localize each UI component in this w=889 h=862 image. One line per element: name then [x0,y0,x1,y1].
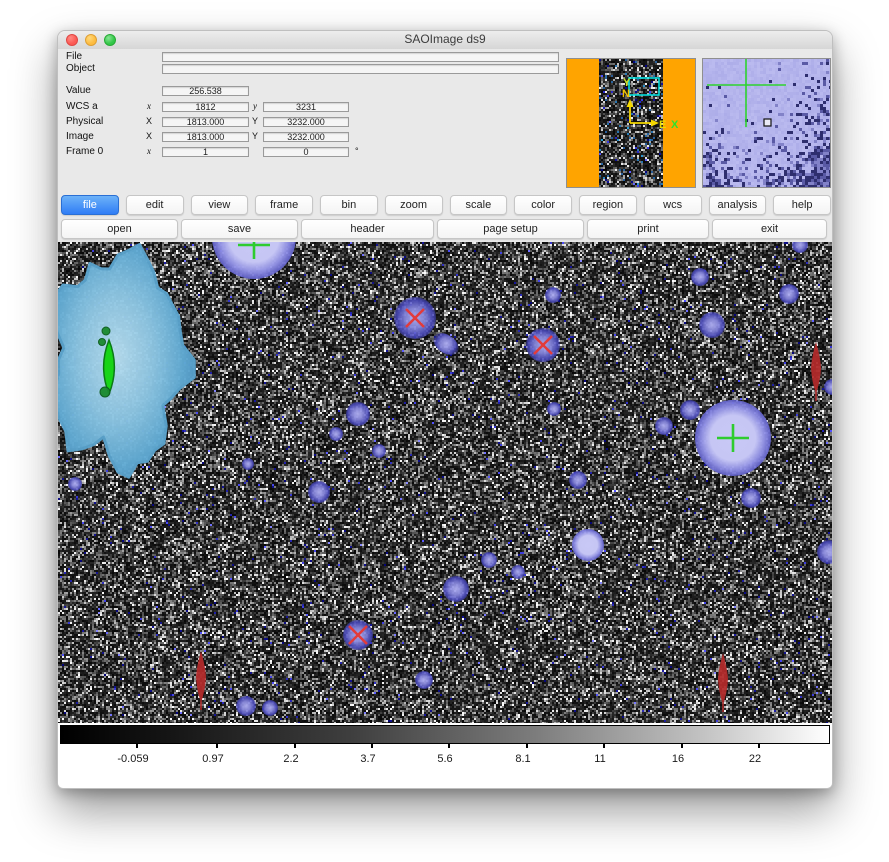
physical-x-field: 1813.000 [162,117,249,127]
frame-label: Frame 0 [66,146,103,157]
red-x-marker[interactable] [534,336,552,354]
page-setup-button[interactable]: page setup [437,219,584,239]
menu-button-row: file edit view frame bin zoom scale colo… [61,195,831,215]
region-markers [58,242,833,723]
image-coord-label: Image [66,131,94,142]
menu-bin[interactable]: bin [320,195,378,215]
compass-y-arrowhead [627,99,634,107]
menu-zoom[interactable]: zoom [385,195,443,215]
value-field: 256.538 [162,86,249,96]
colorbar-value: 5.6 [437,753,452,765]
magnifier[interactable] [702,58,831,188]
file-field [162,52,559,62]
colorbar-tick [526,743,528,748]
image-x-field: 1813.000 [162,132,249,142]
frame-x-label: x [143,146,155,157]
save-button[interactable]: save [181,219,298,239]
panner-compass: Y N E X [567,59,695,187]
colorbar-tick [448,743,450,748]
image-x-label: X [143,131,155,142]
desktop: SAOImage ds9 File Object Value 256.538 W… [0,0,889,862]
red-diamond-marker[interactable] [718,653,728,712]
colorbar-tick [603,743,605,748]
panner[interactable]: Y N E X [566,58,696,188]
colorbar-tick [216,743,218,748]
panner-viewport-rect[interactable] [629,78,659,95]
minimize-button[interactable] [85,34,97,46]
image-y-field: 3232.000 [263,132,349,142]
colorbar-value: 8.1 [515,753,530,765]
wcs-label: WCS a [66,101,98,112]
menu-wcs[interactable]: wcs [644,195,702,215]
object-label: Object [66,63,95,74]
colorbar-tick [681,743,683,748]
wcs-x-label: x [143,101,155,112]
menu-color[interactable]: color [514,195,572,215]
colorbar[interactable] [60,725,830,744]
info-panel: File Object Value 256.538 WCS a x 1812 y… [58,49,832,194]
compass-label-n: N [622,88,630,100]
red-diamond-marker[interactable] [811,342,821,401]
colorbar-tick [758,743,760,748]
command-button-row: open save header page setup print exit [61,219,831,239]
frame-zoom-field: 1 [162,147,249,157]
file-label: File [66,51,82,62]
degree-symbol: ° [355,146,359,156]
compass-label-x: X [671,119,679,131]
red-x-marker[interactable] [406,309,424,327]
physical-y-label: Y [249,116,261,127]
image-y-label: Y [249,131,261,142]
compass-x-arrowhead [651,120,659,127]
ds9-window: SAOImage ds9 File Object Value 256.538 W… [57,30,833,789]
green-cross-marker[interactable] [238,242,270,259]
physical-x-label: X [143,116,155,127]
magnifier-overlay [703,59,830,187]
compass-label-e: E [659,119,666,131]
colorbar-tick [371,743,373,748]
colorbar-value: 16 [672,753,684,765]
value-label: Value [66,85,91,96]
physical-y-field: 3232.000 [263,117,349,127]
menu-analysis[interactable]: analysis [709,195,767,215]
green-cross-marker[interactable] [717,424,749,452]
open-button[interactable]: open [61,219,178,239]
menu-help[interactable]: help [773,195,831,215]
menu-frame[interactable]: frame [255,195,313,215]
menu-scale[interactable]: scale [450,195,508,215]
object-field [162,64,559,74]
colorbar-value: 0.97 [202,753,223,765]
colorbar-panel: -0.059 0.97 2.2 3.7 5.6 8.1 11 16 22 [58,723,833,789]
colorbar-tick [294,743,296,748]
close-button[interactable] [66,34,78,46]
red-diamond-marker[interactable] [196,651,206,710]
wcs-y-field: 3231 [263,102,349,112]
menu-region[interactable]: region [579,195,637,215]
colorbar-value: 11 [594,753,605,765]
frame-angle-field: 0 [263,147,349,157]
colorbar-value: -0.059 [117,753,148,765]
red-x-marker[interactable] [349,626,367,644]
window-title: SAOImage ds9 [58,31,832,48]
colorbar-tick [136,743,138,748]
physical-label: Physical [66,116,103,127]
window-titlebar[interactable]: SAOImage ds9 [58,31,832,50]
colorbar-value: 22 [749,753,761,765]
menu-file[interactable]: file [61,195,119,215]
print-button[interactable]: print [587,219,709,239]
zoom-button[interactable] [104,34,116,46]
image-display[interactable] [58,242,833,723]
wcs-y-label: y [249,101,261,112]
header-button[interactable]: header [301,219,434,239]
wcs-x-field: 1812 [162,102,249,112]
colorbar-value: 2.2 [283,753,298,765]
menu-edit[interactable]: edit [126,195,184,215]
menu-view[interactable]: view [191,195,249,215]
exit-button[interactable]: exit [712,219,827,239]
colorbar-value: 3.7 [360,753,375,765]
magnifier-cursor-square [764,119,771,126]
